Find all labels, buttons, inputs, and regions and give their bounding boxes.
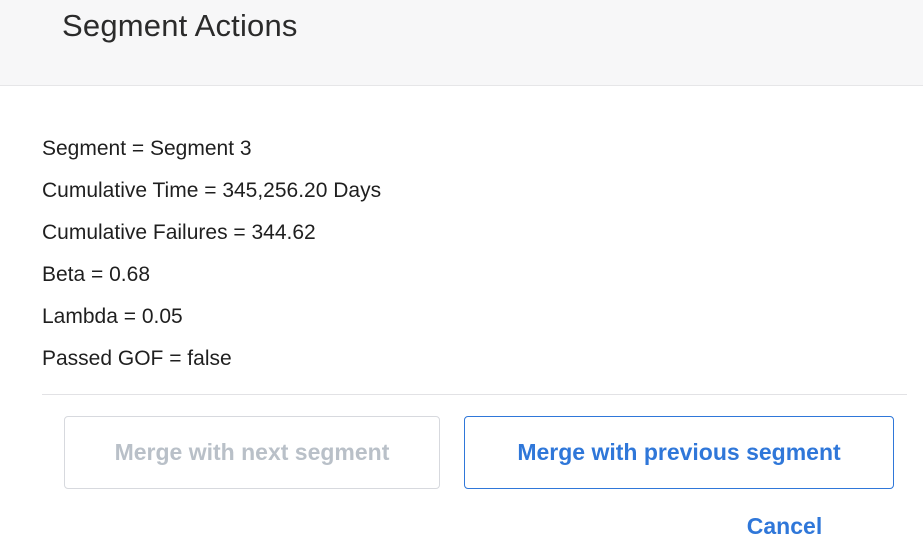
section-divider	[42, 394, 907, 395]
segment-details-list: Segment = Segment 3 Cumulative Time = 34…	[42, 128, 381, 380]
merge-with-next-segment-button[interactable]: Merge with next segment	[64, 416, 440, 489]
cancel-button[interactable]: Cancel	[712, 504, 857, 548]
beta-text: Beta = 0.68	[42, 263, 151, 286]
segment-name-text: Segment = Segment 3	[42, 137, 252, 160]
merge-with-previous-segment-button[interactable]: Merge with previous segment	[464, 416, 894, 489]
lambda-text: Lambda = 0.05	[42, 305, 183, 328]
dialog-title: Segment Actions	[62, 8, 298, 43]
cumulative-failures-text: Cumulative Failures = 344.62	[42, 221, 316, 244]
dialog-header: Segment Actions	[0, 0, 923, 86]
passed-gof-text: Passed GOF = false	[42, 347, 232, 370]
cumulative-time-text: Cumulative Time = 345,256.20 Days	[42, 179, 382, 202]
